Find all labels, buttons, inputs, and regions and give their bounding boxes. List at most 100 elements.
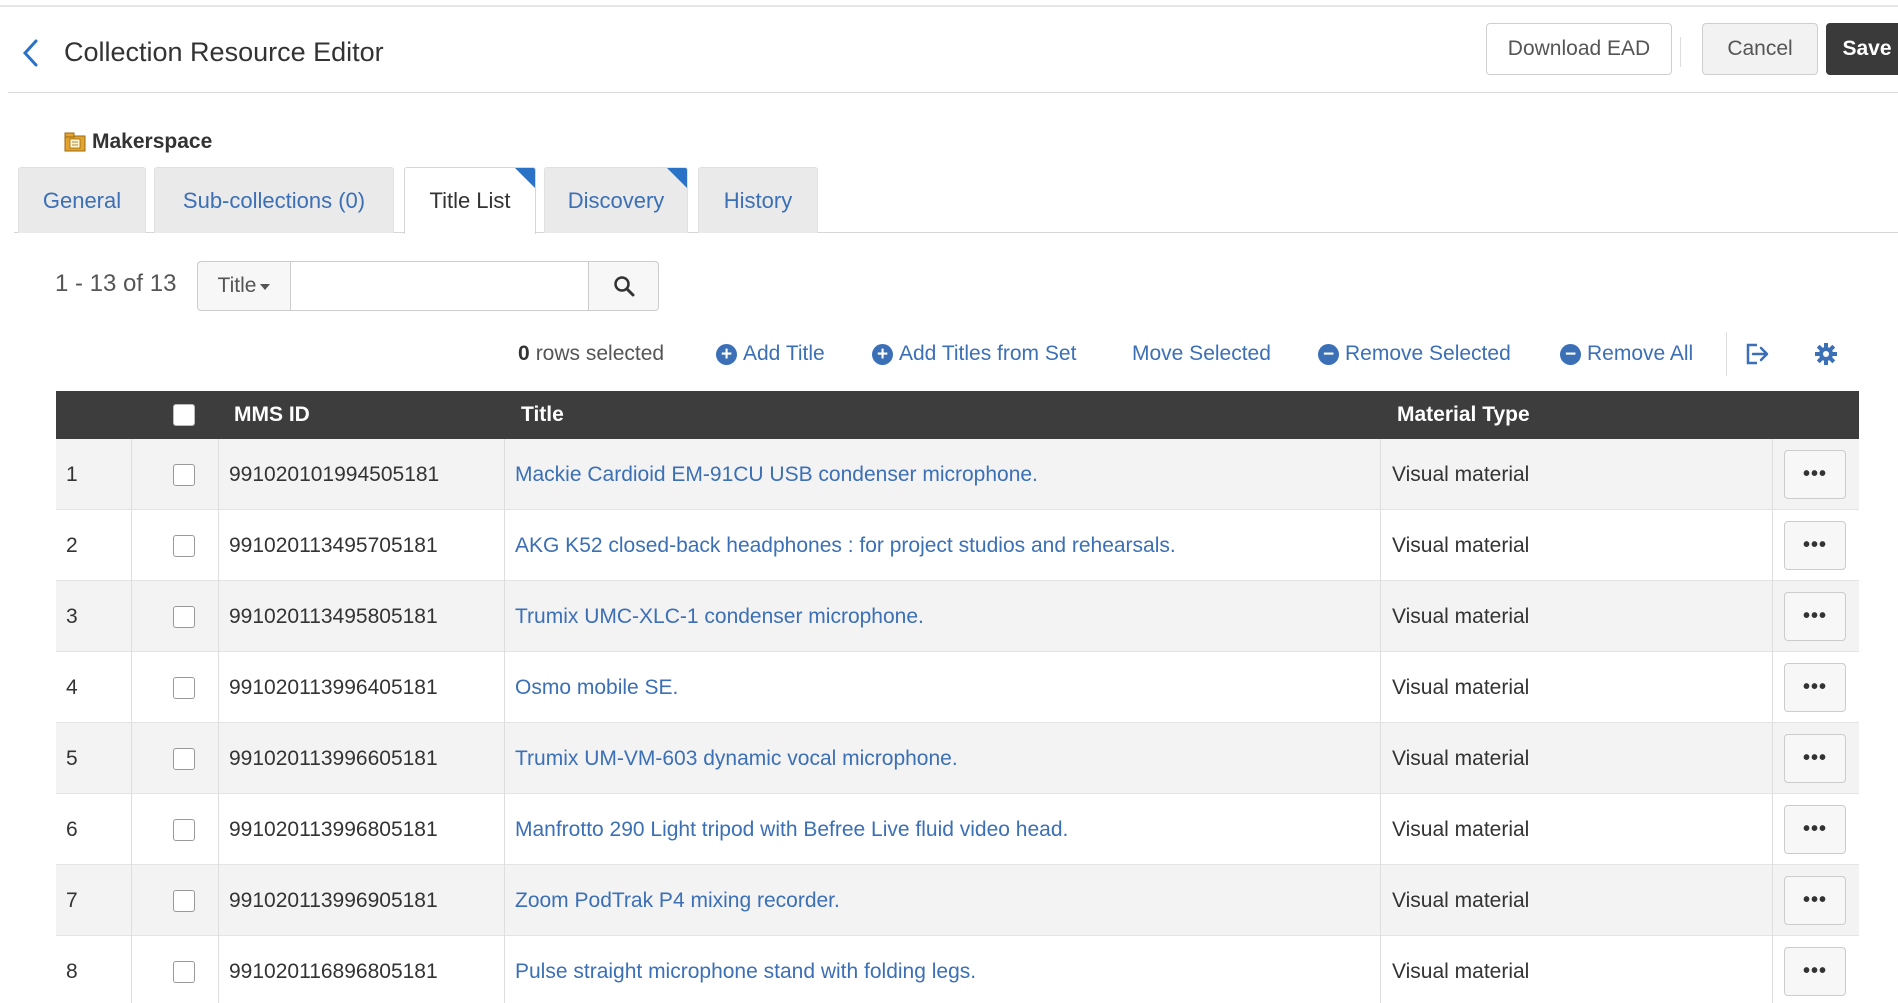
row-actions-button[interactable]: ••• <box>1784 450 1846 499</box>
selected-text: rows selected <box>535 342 665 365</box>
row-checkbox[interactable] <box>173 463 195 486</box>
column-divider <box>1380 936 1381 1003</box>
ellipsis-icon: ••• <box>1802 960 1827 982</box>
remove-selected-label: Remove Selected <box>1345 342 1511 365</box>
title-link[interactable]: Trumix UM-VM-603 dynamic vocal microphon… <box>515 723 958 794</box>
remove-all-button[interactable]: − Remove All <box>1560 336 1693 372</box>
plus-circle-icon: + <box>872 343 893 365</box>
column-header-title[interactable]: Title <box>521 391 564 439</box>
column-divider <box>1772 652 1773 723</box>
tab-sub-collections[interactable]: Sub-collections (0) <box>154 167 394 233</box>
select-all-checkbox[interactable] <box>173 404 195 426</box>
download-ead-button[interactable]: Download EAD <box>1486 23 1672 75</box>
column-divider <box>1380 865 1381 936</box>
title-link[interactable]: Trumix UMC-XLC-1 condenser microphone. <box>515 581 924 652</box>
column-divider <box>218 581 219 652</box>
add-title-button[interactable]: + Add Title <box>716 336 825 372</box>
column-divider <box>131 581 132 652</box>
material-type: Visual material <box>1392 888 1530 912</box>
column-divider <box>504 936 505 1003</box>
page-title: Collection Resource Editor <box>64 37 384 67</box>
row-number: 5 <box>66 746 78 770</box>
row-number: 6 <box>66 817 78 841</box>
remove-all-label: Remove All <box>1587 342 1694 365</box>
tab-general[interactable]: General <box>18 167 146 233</box>
title-link[interactable]: Mackie Cardioid EM-91CU USB condenser mi… <box>515 439 1038 510</box>
title-link[interactable]: Pulse straight microphone stand with fol… <box>515 936 976 1003</box>
ellipsis-icon: ••• <box>1802 534 1827 556</box>
add-title-label: Add Title <box>743 342 825 365</box>
column-divider <box>131 723 132 794</box>
remove-selected-button[interactable]: − Remove Selected <box>1318 336 1511 372</box>
row-actions-button[interactable]: ••• <box>1784 805 1846 854</box>
row-actions-cell: ••• <box>1784 581 1846 652</box>
add-titles-from-set-button[interactable]: + Add Titles from Set <box>872 336 1076 372</box>
export-button[interactable] <box>1744 336 1770 372</box>
row-select-cell <box>164 510 204 581</box>
tab-discovery-label: Discovery <box>567 187 665 213</box>
tab-title-list[interactable]: Title List <box>404 167 536 234</box>
search-field-dropdown[interactable]: Title <box>197 261 291 311</box>
row-actions-cell: ••• <box>1784 936 1846 1003</box>
move-selected-button[interactable]: Move Selected <box>1132 336 1271 372</box>
list-toolbar: 0 rows selected + Add Title + Add Titles… <box>0 332 1898 376</box>
row-actions-button[interactable]: ••• <box>1784 521 1846 570</box>
results-count: 1 - 13 of 13 <box>55 270 177 297</box>
column-header-mms-id[interactable]: MMS ID <box>234 391 310 439</box>
selected-count: 0 <box>518 342 530 365</box>
row-actions-button[interactable]: ••• <box>1784 592 1846 641</box>
tab-modified-marker <box>515 168 535 188</box>
row-actions-button[interactable]: ••• <box>1784 876 1846 925</box>
collection-heading: Makerspace <box>64 130 212 154</box>
column-divider <box>504 794 505 865</box>
table-row: 8 991020116896805181 Pulse straight microp… <box>56 936 1859 1003</box>
column-header-material-type[interactable]: Material Type <box>1397 391 1530 439</box>
column-divider <box>1772 439 1773 510</box>
title-link[interactable]: Manfrotto 290 Light tripod with Befree L… <box>515 794 1068 865</box>
column-divider <box>218 510 219 581</box>
row-actions-button[interactable]: ••• <box>1784 947 1846 996</box>
row-checkbox[interactable] <box>173 818 195 841</box>
title-link[interactable]: Zoom PodTrak P4 mixing recorder. <box>515 865 840 936</box>
table-row: 2 991020113495705181 AKG K52 closed-back h… <box>56 510 1859 581</box>
cancel-button[interactable]: Cancel <box>1702 23 1818 75</box>
title-link[interactable]: Osmo mobile SE. <box>515 652 678 723</box>
chevron-left-icon <box>22 39 38 67</box>
row-select-cell <box>164 581 204 652</box>
row-actions-button[interactable]: ••• <box>1784 663 1846 712</box>
row-checkbox[interactable] <box>173 534 195 557</box>
save-button[interactable]: Save <box>1826 23 1898 75</box>
row-checkbox[interactable] <box>173 960 195 983</box>
column-divider <box>1380 510 1381 581</box>
row-checkbox[interactable] <box>173 605 195 628</box>
column-divider <box>131 794 132 865</box>
column-divider <box>1380 439 1381 510</box>
column-divider <box>218 652 219 723</box>
tab-history[interactable]: History <box>698 167 818 233</box>
row-checkbox[interactable] <box>173 889 195 912</box>
row-checkbox[interactable] <box>173 747 195 770</box>
row-actions-button[interactable]: ••• <box>1784 734 1846 783</box>
toolbar-divider <box>1726 332 1727 376</box>
tab-discovery[interactable]: Discovery <box>544 167 688 233</box>
search-input[interactable] <box>291 261 589 311</box>
column-divider <box>504 652 505 723</box>
row-actions-cell: ••• <box>1784 510 1846 581</box>
search-field-label: Title <box>217 274 257 297</box>
column-divider <box>1380 652 1381 723</box>
mms-id: 991020113495805181 <box>229 604 438 628</box>
search-button[interactable] <box>589 261 659 311</box>
row-select-cell <box>164 439 204 510</box>
back-button[interactable] <box>16 31 44 75</box>
title-link[interactable]: AKG K52 closed-back headphones : for pro… <box>515 510 1176 581</box>
mms-id: 991020113996605181 <box>229 746 438 770</box>
row-number: 1 <box>66 462 78 486</box>
mms-id: 991020113996805181 <box>229 817 438 841</box>
table-settings-button[interactable] <box>1814 336 1838 372</box>
table-row: 7 991020113996905181 Zoom PodTrak P4 mixin… <box>56 865 1859 936</box>
column-divider <box>504 723 505 794</box>
row-actions-cell: ••• <box>1784 439 1846 510</box>
column-divider <box>1772 865 1773 936</box>
row-checkbox[interactable] <box>173 676 195 699</box>
row-number: 3 <box>66 604 78 628</box>
